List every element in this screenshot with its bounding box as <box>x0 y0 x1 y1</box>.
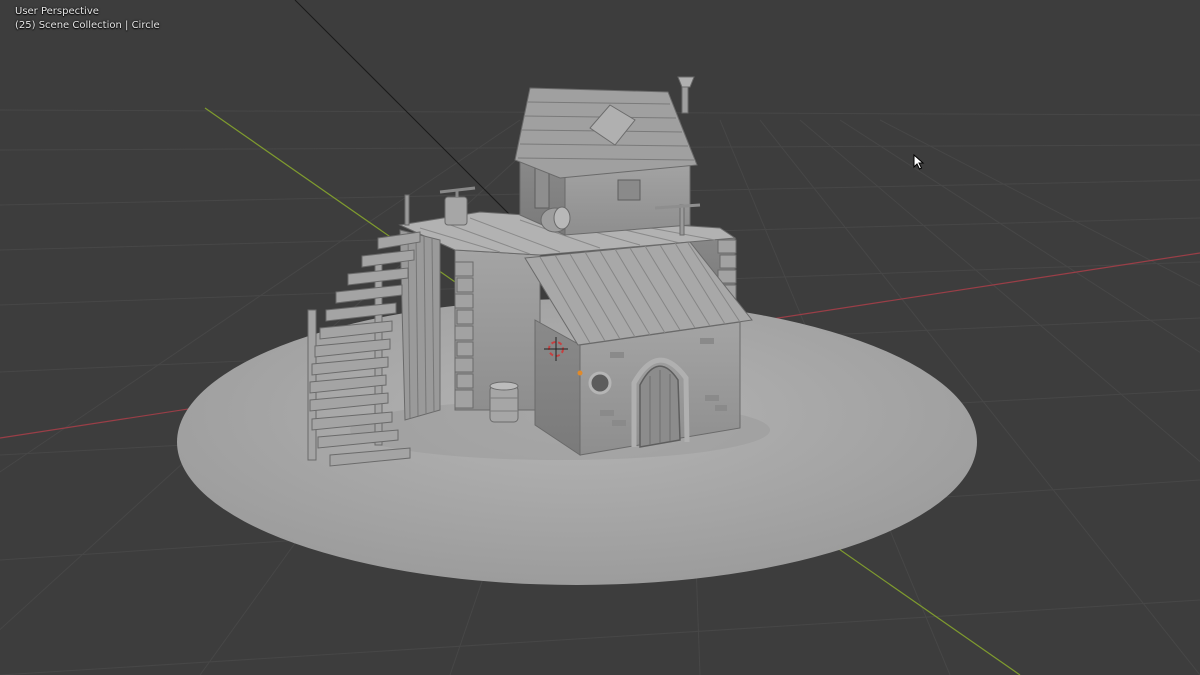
deck-barrel <box>540 206 571 233</box>
cabin-window <box>617 179 641 201</box>
stone-corner-left <box>454 261 474 409</box>
3d-viewport[interactable]: User Perspective (25) Scene Collection |… <box>0 0 1200 675</box>
view-mode-label: User Perspective <box>15 6 99 17</box>
object-origin-dot <box>577 370 583 376</box>
chimney-cap <box>677 76 695 88</box>
scene-collection-info: (25) Scene Collection | Circle <box>15 20 160 31</box>
viewport-scene[interactable] <box>0 0 1200 675</box>
cabin-door <box>534 167 550 209</box>
barrel[interactable] <box>489 381 519 423</box>
chimney-pipe <box>681 84 689 114</box>
arrow-pointer-icon <box>913 154 925 170</box>
deck-post-right <box>679 204 685 236</box>
camera-guide-line <box>294 0 541 246</box>
deck-post-left <box>404 194 410 226</box>
round-window <box>588 371 612 395</box>
